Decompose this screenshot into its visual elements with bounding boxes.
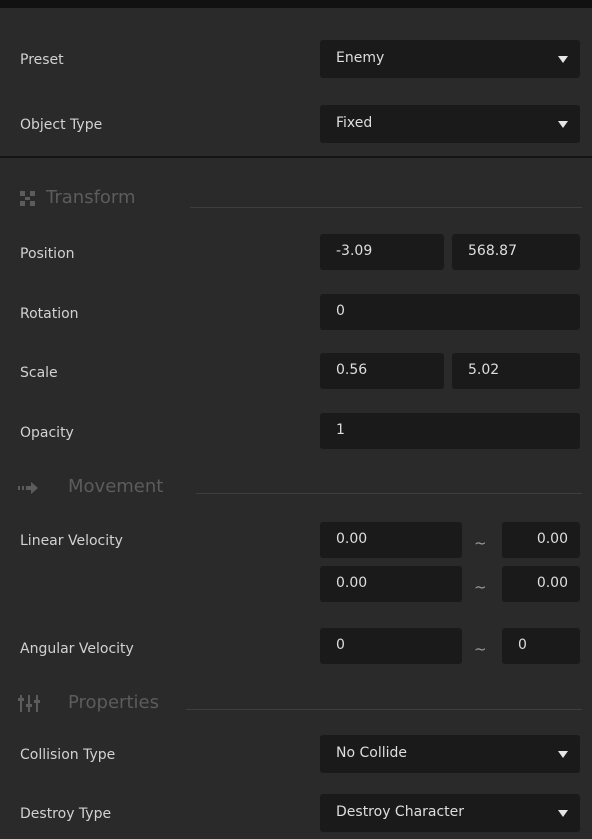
rotation-value: 0 xyxy=(336,303,345,319)
movement-section-header[interactable]: Movement xyxy=(0,474,592,504)
collision-type-label: Collision Type xyxy=(20,747,116,763)
destroy-type-row: Destroy Type Destroy Character xyxy=(0,794,592,832)
linear-velocity-row-1: Linear Velocity 0.00 ~ 0.00 xyxy=(0,522,592,558)
preset-dropdown[interactable]: Enemy xyxy=(320,40,580,78)
object-type-label: Object Type xyxy=(20,117,103,133)
linear-velocity-y-max-value: 0.00 xyxy=(536,575,568,591)
scale-row: Scale 0.56 5.02 xyxy=(0,353,592,389)
chevron-down-icon xyxy=(558,810,568,817)
chevron-down-icon xyxy=(558,121,568,128)
properties-title: Properties xyxy=(68,692,159,713)
collision-type-value: No Collide xyxy=(336,745,407,761)
destroy-type-dropdown[interactable]: Destroy Character xyxy=(320,794,580,832)
section-rule xyxy=(186,709,582,710)
transform-grid-icon xyxy=(20,191,35,206)
scale-y-input[interactable]: 5.02 xyxy=(452,353,580,389)
rotation-row: Rotation 0 xyxy=(0,294,592,330)
linear-velocity-y-min-input[interactable]: 0.00 xyxy=(320,566,462,602)
scale-x-input[interactable]: 0.56 xyxy=(320,353,444,389)
preset-value: Enemy xyxy=(336,50,385,66)
panel-top-border xyxy=(0,0,592,8)
linear-velocity-y-min-value: 0.00 xyxy=(336,575,368,591)
section-rule xyxy=(196,493,582,494)
opacity-label: Opacity xyxy=(20,425,74,441)
object-type-dropdown[interactable]: Fixed xyxy=(320,105,580,143)
linear-velocity-x-min-value: 0.00 xyxy=(336,531,368,547)
object-type-row: Object Type Fixed xyxy=(0,105,592,145)
section-divider xyxy=(0,156,592,158)
angular-velocity-min-value: 0 xyxy=(336,637,345,653)
linear-velocity-y-max-input[interactable]: 0.00 xyxy=(502,566,580,602)
transform-title: Transform xyxy=(46,187,136,208)
preset-label: Preset xyxy=(20,52,64,68)
destroy-type-value: Destroy Character xyxy=(336,804,465,820)
collision-type-row: Collision Type No Collide xyxy=(0,735,592,773)
angular-velocity-min-input[interactable]: 0 xyxy=(320,628,462,664)
position-y-input[interactable]: 568.87 xyxy=(452,234,580,270)
range-separator: ~ xyxy=(474,534,487,552)
position-label: Position xyxy=(20,246,75,262)
angular-velocity-row: Angular Velocity 0 ~ 0 xyxy=(0,628,592,664)
rotation-label: Rotation xyxy=(20,306,79,322)
position-y-value: 568.87 xyxy=(468,243,517,259)
properties-section-header[interactable]: Properties xyxy=(0,690,592,720)
linear-velocity-x-max-value: 0.00 xyxy=(536,531,568,547)
range-separator: ~ xyxy=(474,578,487,596)
sliders-icon xyxy=(18,695,40,712)
movement-title: Movement xyxy=(68,476,164,497)
chevron-down-icon xyxy=(558,56,568,63)
collision-type-dropdown[interactable]: No Collide xyxy=(320,735,580,773)
rotation-input[interactable]: 0 xyxy=(320,294,580,330)
position-x-input[interactable]: -3.09 xyxy=(320,234,444,270)
chevron-down-icon xyxy=(558,751,568,758)
linear-velocity-row-2: 0.00 ~ 0.00 xyxy=(0,566,592,602)
linear-velocity-label: Linear Velocity xyxy=(20,533,123,549)
position-row: Position -3.09 568.87 xyxy=(0,234,592,270)
scale-x-value: 0.56 xyxy=(336,362,368,378)
position-x-value: -3.09 xyxy=(336,243,373,259)
linear-velocity-x-max-input[interactable]: 0.00 xyxy=(502,522,580,558)
object-type-value: Fixed xyxy=(336,115,373,131)
opacity-input[interactable]: 1 xyxy=(320,413,580,449)
angular-velocity-max-value: 0 xyxy=(518,637,527,653)
section-rule xyxy=(190,207,582,208)
scale-y-value: 5.02 xyxy=(468,362,500,378)
destroy-type-label: Destroy Type xyxy=(20,806,112,822)
angular-velocity-max-input[interactable]: 0 xyxy=(502,628,580,664)
transform-section-header[interactable]: Transform xyxy=(0,185,592,215)
arrow-right-icon xyxy=(18,482,38,494)
opacity-row: Opacity 1 xyxy=(0,413,592,449)
scale-label: Scale xyxy=(20,365,58,381)
opacity-value: 1 xyxy=(336,422,345,438)
angular-velocity-label: Angular Velocity xyxy=(20,641,134,657)
range-separator: ~ xyxy=(474,640,487,658)
preset-row: Preset Enemy xyxy=(0,40,592,80)
linear-velocity-x-min-input[interactable]: 0.00 xyxy=(320,522,462,558)
